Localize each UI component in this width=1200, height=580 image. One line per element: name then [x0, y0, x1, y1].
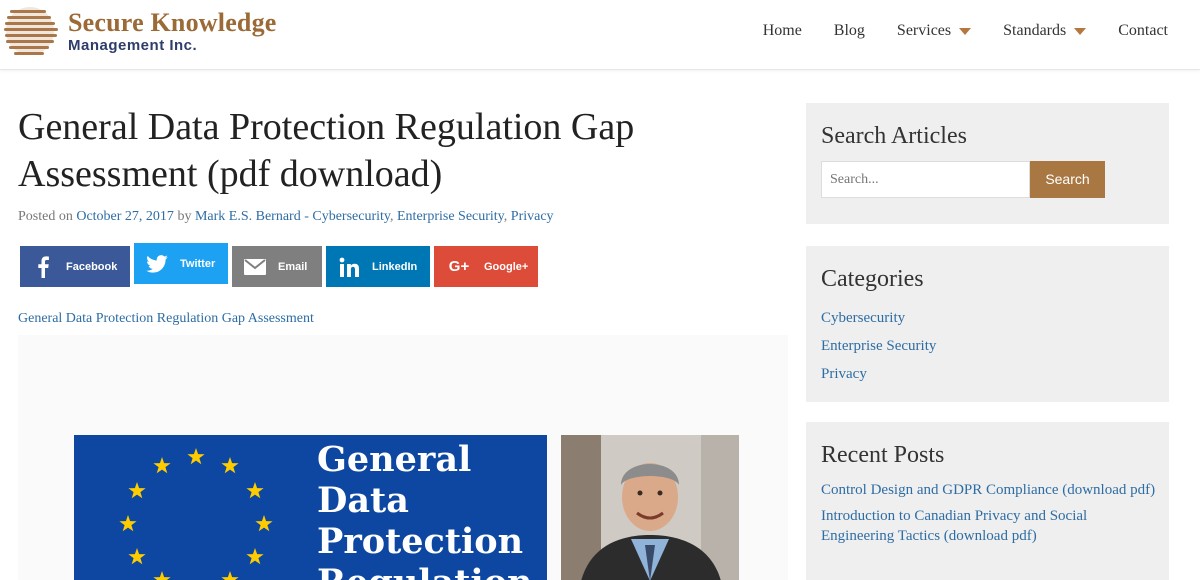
- share-linkedin-label: LinkedIn: [372, 260, 418, 273]
- nav-standards[interactable]: Standards: [1003, 22, 1087, 40]
- logo-globe-icon: [4, 7, 58, 55]
- nav-standards-label: Standards: [1003, 22, 1067, 39]
- nav-contact[interactable]: Contact: [1118, 22, 1168, 40]
- posted-on-label: Posted on: [18, 209, 73, 224]
- caret-down-icon: [1074, 27, 1087, 35]
- share-google-button[interactable]: G+ Google+: [434, 246, 538, 287]
- meta-separator: -: [300, 209, 313, 224]
- nav-blog-label: Blog: [833, 22, 865, 39]
- share-google-label: Google+: [484, 260, 529, 273]
- linkedin-icon: [338, 256, 360, 278]
- logo-title: Secure Knowledge: [68, 8, 277, 37]
- twitter-icon: [146, 253, 168, 275]
- category-item-enterprise-security[interactable]: Enterprise Security: [821, 332, 936, 360]
- gdpr-image-text-line: General: [317, 439, 472, 480]
- share-buttons: Facebook Twitter Email LinkedIn G+ Googl…: [20, 243, 560, 287]
- nav-home-label: Home: [762, 22, 802, 39]
- gdpr-image-text-line: Data: [317, 480, 409, 521]
- gdpr-image-text-line: Protection: [317, 521, 524, 562]
- share-linkedin-button[interactable]: LinkedIn: [326, 246, 430, 287]
- recent-posts-widget: Recent Posts Control Design and GDPR Com…: [806, 422, 1169, 580]
- category-item-cybersecurity[interactable]: Cybersecurity: [821, 304, 936, 332]
- categories-widget-title: Categories: [821, 266, 924, 292]
- share-twitter-label: Twitter: [180, 257, 216, 270]
- categories-widget: Categories Cybersecurity Enterprise Secu…: [806, 246, 1169, 402]
- search-button[interactable]: Search: [1030, 161, 1105, 198]
- meta-category-enterprise-security[interactable]: Enterprise Security: [397, 209, 504, 224]
- recent-posts-list: Control Design and GDPR Compliance (down…: [821, 480, 1156, 552]
- caret-down-icon: [959, 27, 972, 35]
- nav-contact-label: Contact: [1118, 22, 1168, 39]
- recent-post-item[interactable]: Control Design and GDPR Compliance (down…: [821, 480, 1156, 500]
- by-label: by: [177, 209, 192, 224]
- site-header: Secure Knowledge Management Inc. Home Bl…: [0, 0, 1200, 70]
- main-content: General Data Protection Regulation Gap A…: [18, 70, 788, 580]
- author-portrait: [561, 435, 739, 580]
- site-logo[interactable]: Secure Knowledge Management Inc.: [4, 4, 304, 60]
- category-list: Cybersecurity Enterprise Security Privac…: [821, 304, 936, 388]
- share-twitter-button[interactable]: Twitter: [134, 243, 228, 284]
- nav-blog[interactable]: Blog: [834, 22, 865, 40]
- meta-category-privacy[interactable]: Privacy: [511, 209, 554, 224]
- search-widget: Search Articles Search: [806, 103, 1169, 224]
- share-email-button[interactable]: Email: [232, 246, 322, 287]
- email-icon: [244, 256, 266, 278]
- post-meta: Posted on October 27, 2017 by Mark E.S. …: [18, 209, 554, 224]
- nav-services-label: Services: [896, 22, 952, 39]
- meta-category-cybersecurity[interactable]: Cybersecurity: [312, 209, 390, 224]
- author-link[interactable]: Mark E.S. Bernard: [195, 209, 301, 224]
- share-email-label: Email: [278, 260, 308, 273]
- post-title: General Data Protection Regulation Gap A…: [18, 106, 635, 195]
- gdpr-image[interactable]: General Data Protection Regulation: [74, 435, 547, 580]
- post-date-link[interactable]: October 27, 2017: [76, 209, 174, 224]
- share-facebook-button[interactable]: Facebook: [20, 246, 130, 287]
- gdpr-image-text-line: Regulation: [317, 562, 533, 580]
- logo-subtitle: Management Inc.: [68, 37, 198, 54]
- post-image-area: General Data Protection Regulation: [18, 335, 788, 580]
- nav-home[interactable]: Home: [763, 22, 802, 40]
- recent-posts-widget-title: Recent Posts: [821, 442, 945, 468]
- category-item-privacy[interactable]: Privacy: [821, 360, 936, 388]
- google-plus-icon: G+: [448, 258, 470, 275]
- search-widget-title: Search Articles: [821, 123, 967, 149]
- search-input[interactable]: [821, 161, 1030, 198]
- gdpr-image-text: General Data Protection Regulation: [317, 439, 533, 580]
- pdf-download-link[interactable]: General Data Protection Regulation Gap A…: [18, 311, 314, 327]
- portrait-photo-icon: [561, 435, 739, 580]
- recent-post-item[interactable]: Introduction to Canadian Privacy and Soc…: [821, 506, 1156, 546]
- share-facebook-label: Facebook: [66, 260, 118, 273]
- nav-services[interactable]: Services: [896, 22, 972, 40]
- eu-stars-icon: [119, 448, 273, 580]
- main-nav: Home Blog Services Standards Contact: [763, 22, 1168, 40]
- facebook-icon: [32, 255, 54, 278]
